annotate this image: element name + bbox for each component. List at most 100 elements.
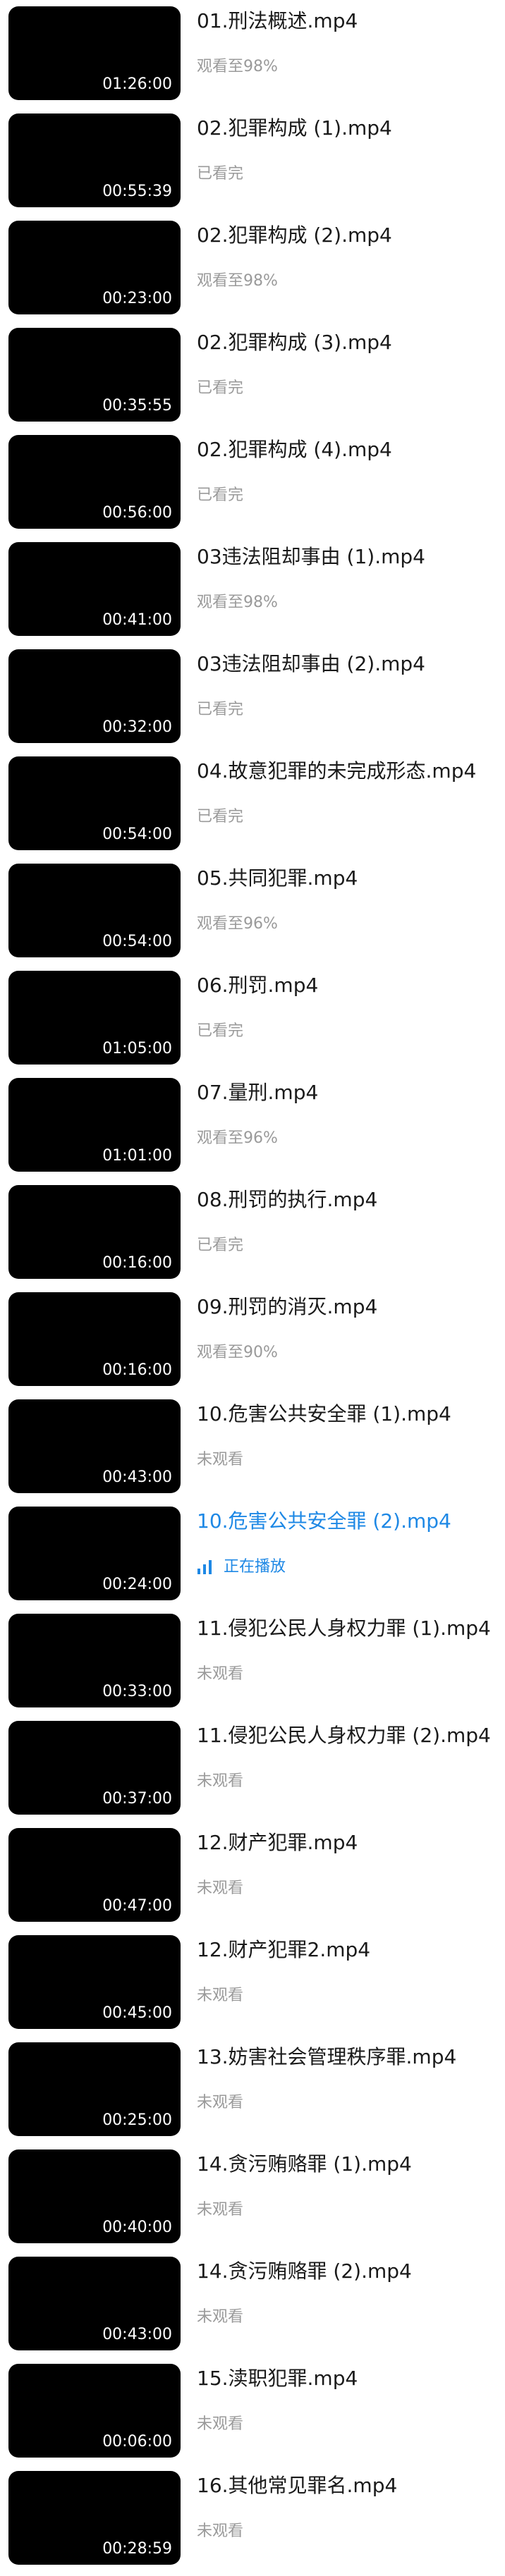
video-duration: 00:37:00: [102, 1790, 172, 1808]
watch-status: 未观看: [197, 1451, 244, 1468]
playlist-item[interactable]: 01:05:00 06.刑罚.mp4 已看完: [0, 964, 505, 1072]
watch-status: 已看完: [197, 1237, 244, 1254]
video-duration: 00:56:00: [102, 504, 172, 522]
video-thumbnail[interactable]: 00:16:00: [8, 1292, 181, 1386]
video-thumbnail[interactable]: 00:33:00: [8, 1614, 181, 1707]
video-duration: 00:45:00: [102, 2004, 172, 2022]
video-title: 02.犯罪构成 (1).mp4: [197, 116, 392, 140]
playlist-item[interactable]: 00:55:39 02.犯罪构成 (1).mp4 已看完: [0, 107, 505, 214]
playlist-item[interactable]: 01:01:00 07.量刑.mp4 观看至96%: [0, 1072, 505, 1179]
playlist-item[interactable]: 00:45:00 12.财产犯罪2.mp4 未观看: [0, 1929, 505, 2036]
video-thumbnail[interactable]: 00:55:39: [8, 114, 181, 207]
video-thumbnail[interactable]: 01:01:00: [8, 1078, 181, 1172]
video-title: 13.妨害社会管理秩序罪.mp4: [197, 2045, 457, 2068]
video-thumbnail[interactable]: 00:41:00: [8, 542, 181, 636]
playlist-item[interactable]: 00:43:00 14.贪污贿赂罪 (2).mp4 未观看: [0, 2250, 505, 2357]
watch-status: 未观看: [197, 2094, 244, 2111]
video-duration: 00:23:00: [102, 290, 172, 307]
video-duration: 00:06:00: [102, 2433, 172, 2451]
video-thumbnail[interactable]: 00:54:00: [8, 864, 181, 957]
video-thumbnail[interactable]: 00:32:00: [8, 649, 181, 743]
video-thumbnail[interactable]: 00:56:00: [8, 435, 181, 529]
watch-status: 观看至98%: [197, 594, 278, 611]
video-thumbnail[interactable]: 00:28:59: [8, 2471, 181, 2565]
video-duration: 00:24:00: [102, 1576, 172, 1593]
playlist-item[interactable]: 00:28:59 16.其他常见罪名.mp4 未观看: [0, 2465, 505, 2572]
video-thumbnail[interactable]: 01:05:00: [8, 971, 181, 1065]
playlist-item[interactable]: 00:37:00 11.侵犯公民人身权力罪 (2).mp4 未观看: [0, 1715, 505, 1822]
watch-status: 未观看: [197, 1665, 244, 1683]
video-title: 14.贪污贿赂罪 (1).mp4: [197, 2152, 412, 2176]
video-title: 03违法阻却事由 (1).mp4: [197, 545, 425, 568]
video-title: 15.渎职犯罪.mp4: [197, 2367, 358, 2390]
video-thumbnail[interactable]: 00:37:00: [8, 1721, 181, 1815]
video-thumbnail[interactable]: 00:24:00: [8, 1507, 181, 1600]
video-thumbnail[interactable]: 00:43:00: [8, 2257, 181, 2350]
watch-status: 已看完: [197, 486, 244, 504]
playlist-item[interactable]: 00:25:00 13.妨害社会管理秩序罪.mp4 未观看: [0, 2036, 505, 2143]
video-title: 11.侵犯公民人身权力罪 (1).mp4: [197, 1617, 491, 1640]
video-duration: 01:01:00: [102, 1147, 172, 1165]
playlist-item[interactable]: 00:32:00 03违法阻却事由 (2).mp4 已看完: [0, 643, 505, 750]
video-thumbnail[interactable]: 01:26:00: [8, 6, 181, 100]
video-thumbnail[interactable]: 00:40:00: [8, 2149, 181, 2243]
video-duration: 01:26:00: [102, 75, 172, 93]
video-title: 04.故意犯罪的未完成形态.mp4: [197, 759, 477, 783]
video-thumbnail[interactable]: 00:35:55: [8, 328, 181, 422]
playlist-item[interactable]: 00:35:55 02.犯罪构成 (3).mp4 已看完: [0, 321, 505, 429]
playlist-item[interactable]: 00:40:00 14.贪污贿赂罪 (1).mp4 未观看: [0, 2143, 505, 2250]
playlist-item[interactable]: 00:54:00 05.共同犯罪.mp4 观看至96%: [0, 857, 505, 964]
video-thumbnail[interactable]: 00:45:00: [8, 1935, 181, 2029]
video-title: 12.财产犯罪2.mp4: [197, 1938, 371, 1961]
watch-status: 已看完: [197, 379, 244, 397]
video-duration: 00:16:00: [102, 1361, 172, 1379]
playlist-item-now-playing[interactable]: 00:24:00 10.危害公共安全罪 (2).mp4 正在播放: [0, 1500, 505, 1607]
video-title: 02.犯罪构成 (4).mp4: [197, 438, 392, 461]
video-duration: 00:33:00: [102, 1683, 172, 1700]
video-duration: 00:35:55: [102, 397, 172, 415]
playlist-item[interactable]: 00:47:00 12.财产犯罪.mp4 未观看: [0, 1822, 505, 1929]
video-title: 05.共同犯罪.mp4: [197, 866, 358, 890]
video-duration: 00:43:00: [102, 1468, 172, 1486]
video-duration: 00:28:59: [102, 2540, 172, 2558]
playlist-item[interactable]: 00:56:00 02.犯罪构成 (4).mp4 已看完: [0, 429, 505, 536]
watch-status: 未观看: [197, 1772, 244, 1790]
playlist-item[interactable]: 00:41:00 03违法阻却事由 (1).mp4 观看至98%: [0, 536, 505, 643]
video-duration: 00:55:39: [102, 183, 172, 200]
video-thumbnail[interactable]: 00:43:00: [8, 1399, 181, 1493]
video-title: 06.刑罚.mp4: [197, 974, 319, 997]
video-duration: 00:54:00: [102, 933, 172, 950]
playlist-item[interactable]: 00:54:00 04.故意犯罪的未完成形态.mp4 已看完: [0, 750, 505, 857]
video-title: 10.危害公共安全罪 (1).mp4: [197, 1402, 451, 1425]
playing-status-label: 正在播放: [224, 1558, 286, 1576]
video-title: 10.危害公共安全罪 (2).mp4: [197, 1509, 451, 1533]
video-thumbnail[interactable]: 00:25:00: [8, 2042, 181, 2136]
playlist-item[interactable]: 00:16:00 09.刑罚的消灭.mp4 观看至90%: [0, 1286, 505, 1393]
video-thumbnail[interactable]: 00:23:00: [8, 221, 181, 314]
video-title: 08.刑罚的执行.mp4: [197, 1188, 378, 1211]
video-thumbnail[interactable]: 00:47:00: [8, 1828, 181, 1922]
watch-status: 未观看: [197, 2415, 244, 2433]
video-thumbnail[interactable]: 00:06:00: [8, 2364, 181, 2458]
video-title: 02.犯罪构成 (3).mp4: [197, 331, 392, 354]
video-title: 03违法阻却事由 (2).mp4: [197, 652, 425, 675]
watch-status: 未观看: [197, 1987, 244, 2004]
video-thumbnail[interactable]: 00:54:00: [8, 756, 181, 850]
watch-status: 已看完: [197, 165, 244, 183]
watch-status: 观看至96%: [197, 915, 278, 933]
watch-status: 观看至98%: [197, 272, 278, 290]
watch-status: 观看至98%: [197, 58, 278, 75]
playlist-item[interactable]: 01:26:00 01.刑法概述.mp4 观看至98%: [0, 0, 505, 107]
watch-status: 已看完: [197, 1022, 244, 1040]
video-duration: 00:32:00: [102, 718, 172, 736]
playlist-item[interactable]: 00:23:00 02.犯罪构成 (2).mp4 观看至98%: [0, 214, 505, 321]
video-title: 12.财产犯罪.mp4: [197, 1831, 358, 1854]
video-thumbnail[interactable]: 00:16:00: [8, 1185, 181, 1279]
playing-status: 正在播放: [197, 1557, 286, 1578]
watch-status: 已看完: [197, 701, 244, 718]
playlist-item[interactable]: 00:33:00 11.侵犯公民人身权力罪 (1).mp4 未观看: [0, 1607, 505, 1715]
playlist-item[interactable]: 00:06:00 15.渎职犯罪.mp4 未观看: [0, 2357, 505, 2465]
playlist-item[interactable]: 00:43:00 10.危害公共安全罪 (1).mp4 未观看: [0, 1393, 505, 1500]
watch-status: 未观看: [197, 1879, 244, 1897]
playlist-item[interactable]: 00:16:00 08.刑罚的执行.mp4 已看完: [0, 1179, 505, 1286]
